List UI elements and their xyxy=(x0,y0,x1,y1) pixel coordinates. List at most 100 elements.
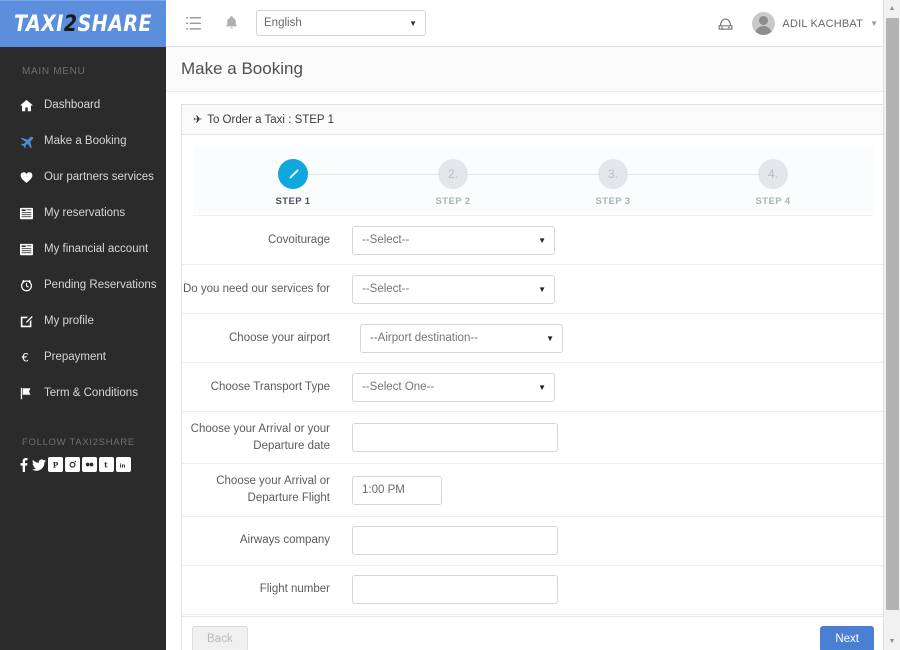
step-3-circle[interactable]: 3. xyxy=(598,159,628,189)
step-2-number: 2. xyxy=(447,167,458,181)
field-label: Choose your Arrival or your Departure da… xyxy=(190,423,330,452)
chevron-down-icon: ▼ xyxy=(538,235,546,245)
social-links: P t in xyxy=(0,457,166,472)
sidebar-item-dashboard[interactable]: Dashboard xyxy=(0,87,166,123)
edit-icon xyxy=(20,315,42,328)
scrollbar-thumb[interactable] xyxy=(886,18,899,610)
form-row-airport: Choose your airport --Airport destinatio… xyxy=(182,314,884,363)
form-row-service-for: Do you need our services for --Select-- … xyxy=(182,265,884,314)
facebook-icon[interactable] xyxy=(18,457,29,472)
form-row-flight-number: Flight number xyxy=(182,566,884,615)
svg-text:P: P xyxy=(53,461,59,470)
brand-logo-text: TAXI2SHARE xyxy=(14,11,152,36)
field-label: Do you need our services for xyxy=(182,282,330,295)
brand-logo-suffix: SHARE xyxy=(77,11,153,37)
plane-icon: ✈ xyxy=(193,114,203,126)
vertical-scrollbar[interactable]: ▲ ▼ xyxy=(883,0,900,650)
list-icon xyxy=(20,207,42,220)
field-wrap xyxy=(352,526,884,556)
field-label: Flight number xyxy=(259,583,330,596)
sidebar-item-our-partners-services[interactable]: Our partners services xyxy=(0,159,166,195)
page-title-bar: Make a Booking xyxy=(166,47,900,92)
step-4-circle[interactable]: 4. xyxy=(758,159,788,189)
flickr-icon[interactable] xyxy=(82,457,97,472)
step-2-circle[interactable]: 2. xyxy=(438,159,468,189)
menu-toggle-icon[interactable] xyxy=(180,10,206,36)
instagram-icon[interactable] xyxy=(65,457,80,472)
euro-icon: € xyxy=(20,351,42,364)
page-title: Make a Booking xyxy=(181,59,303,78)
airways-company-input[interactable] xyxy=(352,526,558,556)
step-1-circle[interactable] xyxy=(278,159,308,189)
flag-icon xyxy=(20,387,42,400)
home-icon xyxy=(20,99,42,112)
form-row-covoiturage: Covoiturage --Select-- ▼ xyxy=(182,216,884,265)
form-row-date: Choose your Arrival or your Departure da… xyxy=(182,412,884,465)
brand-logo[interactable]: TAXI2SHARE xyxy=(0,0,166,47)
chevron-down-icon: ▼ xyxy=(409,18,417,28)
departure-date-input[interactable] xyxy=(352,423,558,453)
sidebar-follow-title: FOLLOW TAXI2SHARE xyxy=(22,437,135,448)
step-3-label: STEP 3 xyxy=(595,196,631,207)
scroll-down-arrow[interactable]: ▼ xyxy=(884,633,900,650)
svg-text:t: t xyxy=(104,461,108,470)
sidebar-item-my-reservations[interactable]: My reservations xyxy=(0,195,166,231)
pinterest-icon[interactable]: P xyxy=(48,457,63,472)
sidebar-item-label: My financial account xyxy=(44,243,149,255)
chevron-down-icon: ▼ xyxy=(870,19,878,28)
chevron-down-icon: ▼ xyxy=(538,284,546,294)
step-3[interactable]: 3. STEP 3 xyxy=(533,159,693,207)
transport-type-select[interactable]: --Select One-- ▼ xyxy=(352,372,555,402)
sidebar-item-make-a-booking[interactable]: Make a Booking xyxy=(0,123,166,159)
sidebar-item-my-profile[interactable]: My profile xyxy=(0,303,166,339)
sidebar-item-label: Pending Reservations xyxy=(44,279,157,291)
sidebar-item-pending-reservations[interactable]: Pending Reservations xyxy=(0,267,166,303)
svg-text:in: in xyxy=(120,463,126,469)
bell-icon[interactable] xyxy=(218,10,244,36)
step-2-label: STEP 2 xyxy=(435,196,471,207)
list-icon xyxy=(20,243,42,256)
sidebar-item-prepayment[interactable]: € Prepayment xyxy=(0,339,166,375)
scroll-up-arrow[interactable]: ▲ xyxy=(884,0,900,17)
linkedin-icon[interactable]: in xyxy=(116,457,131,472)
airport-select[interactable]: --Airport destination-- ▼ xyxy=(360,323,563,353)
select-value: --Select-- xyxy=(362,283,410,295)
content-area: ✈ To Order a Taxi : STEP 1 STEP 1 2. STE… xyxy=(166,92,900,650)
panel-footer: Back Next xyxy=(182,615,884,650)
step-1[interactable]: STEP 1 xyxy=(213,159,373,207)
sidebar-item-my-financial-account[interactable]: My financial account xyxy=(0,231,166,267)
service-for-select[interactable]: --Select-- ▼ xyxy=(352,274,555,304)
step-4[interactable]: 4. STEP 4 xyxy=(693,159,853,207)
step-3-number: 3. xyxy=(607,167,618,181)
field-label: Airways company xyxy=(239,534,330,547)
step-1-label: STEP 1 xyxy=(275,196,311,207)
sidebar-item-label: My profile xyxy=(44,315,94,327)
sidebar-item-term-conditions[interactable]: Term & Conditions xyxy=(0,375,166,411)
sidebar-item-label: My reservations xyxy=(44,207,126,219)
app-root: TAXI2SHARE MAIN MENU Dashboard Make a Bo… xyxy=(0,0,900,650)
twitter-icon[interactable] xyxy=(31,457,46,472)
next-button[interactable]: Next xyxy=(820,625,874,650)
topbar-right: ADIL KACHBAT ▼ xyxy=(712,0,878,47)
field-wrap xyxy=(352,475,884,505)
flight-time-input[interactable] xyxy=(352,475,442,505)
field-wrap xyxy=(352,423,884,453)
phone-icon[interactable] xyxy=(712,11,738,37)
user-menu[interactable]: ADIL KACHBAT ▼ xyxy=(752,12,878,35)
select-value: --Airport destination-- xyxy=(370,332,479,344)
plane-icon xyxy=(20,135,42,148)
covoiturage-select[interactable]: --Select-- ▼ xyxy=(352,225,555,255)
sidebar-section-title: MAIN MENU xyxy=(22,66,86,77)
step-2[interactable]: 2. STEP 2 xyxy=(373,159,533,207)
language-select[interactable]: English ▼ xyxy=(256,10,426,36)
sidebar-item-label: Dashboard xyxy=(44,99,101,111)
select-value: --Select One-- xyxy=(362,381,435,393)
field-wrap: --Airport destination-- ▼ xyxy=(352,323,884,353)
flight-number-input[interactable] xyxy=(352,575,558,605)
tumblr-icon[interactable]: t xyxy=(99,457,114,472)
brand-logo-prefix: TAXI xyxy=(13,11,64,37)
heart-icon xyxy=(20,171,42,184)
clock-icon xyxy=(20,279,42,292)
back-button[interactable]: Back xyxy=(192,625,248,650)
form-row-airways-company: Airways company xyxy=(182,517,884,566)
